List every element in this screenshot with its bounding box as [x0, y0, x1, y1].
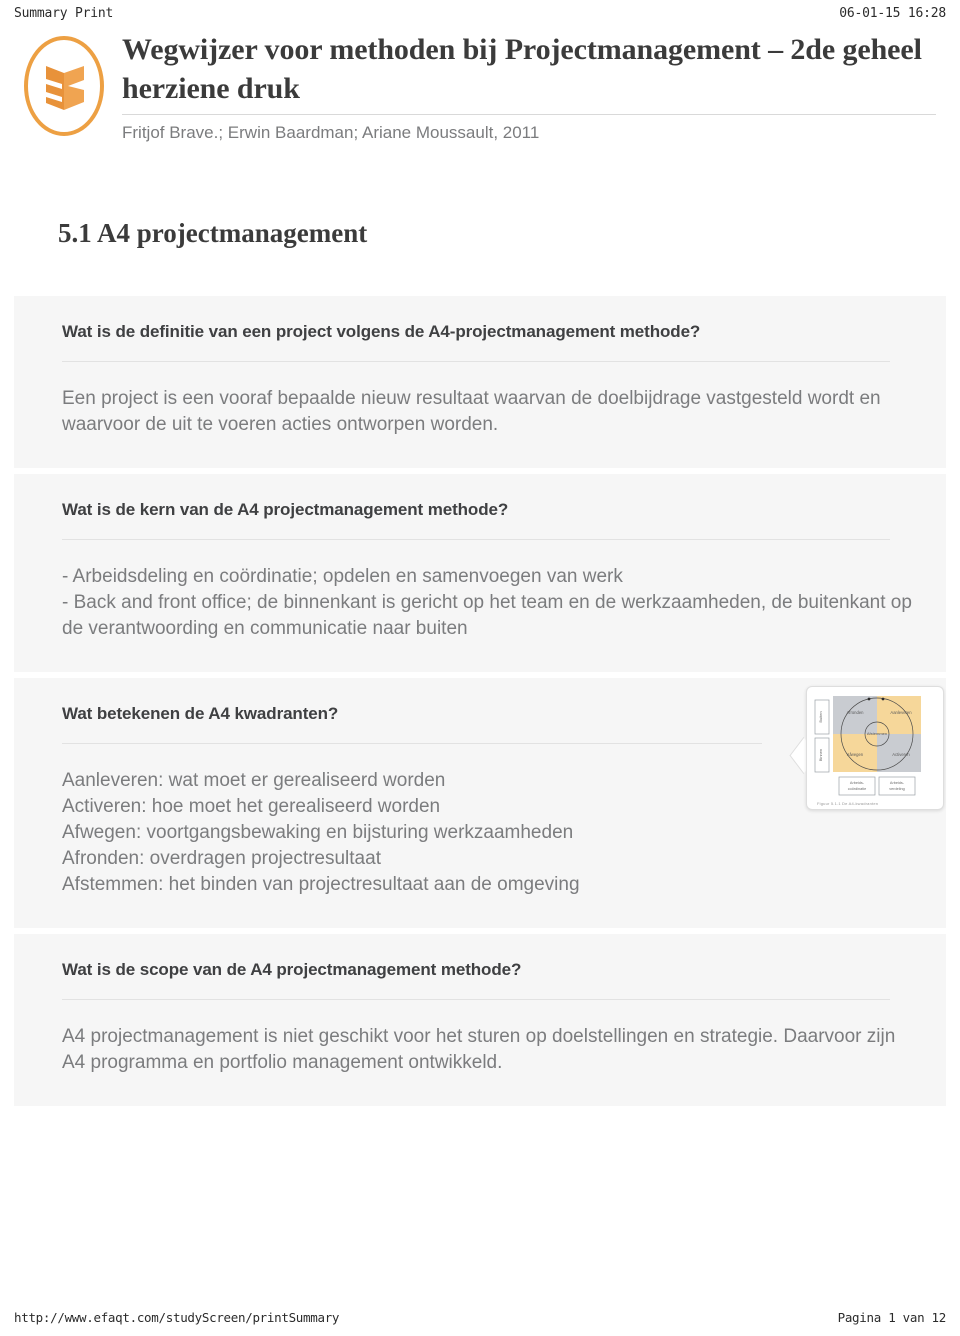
qa-divider [62, 743, 762, 744]
document-title-band: Wegwijzer voor methoden bij Projectmanag… [0, 30, 960, 144]
qa-divider [62, 361, 890, 362]
svg-text:Activeren: Activeren [892, 752, 910, 757]
title-column: Wegwijzer voor methoden bij Projectmanag… [114, 30, 946, 144]
svg-text:Buiten: Buiten [818, 711, 823, 722]
print-header-label: Summary Print [14, 5, 114, 21]
thumbnail-caption: Figuur 5.1.1 De A4-kwadranten [817, 801, 879, 806]
svg-text:verdeling: verdeling [889, 787, 904, 791]
qa-question: Wat betekenen de A4 kwadranten? [62, 704, 339, 723]
svg-text:Arbeids-: Arbeids- [850, 781, 865, 785]
qa-block-list: Wat is de definitie van een project volg… [14, 296, 946, 1112]
chapter-heading: 5.1 A4 projectmanagement [58, 218, 368, 248]
logo-container [14, 30, 114, 138]
print-footer: http://www.efaqt.com/studyScreen/printSu… [0, 1306, 960, 1328]
qa-block: Wat is de definitie van een project volg… [14, 296, 946, 468]
svg-text:Afstemmen: Afstemmen [867, 731, 887, 736]
qa-question: Wat is de kern van de A4 projectmanageme… [62, 500, 509, 519]
document-title: Wegwijzer voor methoden bij Projectmanag… [122, 33, 922, 105]
thumbnail-card: Buiten Binnen Afronden Aanleveren Afwege… [806, 686, 944, 810]
qa-answer: - Arbeidsdeling en coördinatie; opdelen … [62, 566, 912, 639]
qa-question: Wat is de scope van de A4 projectmanagem… [62, 960, 522, 979]
thumbnail-diagram: Buiten Binnen Afronden Aanleveren Afwege… [813, 692, 937, 804]
open-book-logo-icon [22, 34, 106, 138]
print-header: Summary Print 06-01-15 16:28 [0, 0, 960, 26]
a4-kwadranten-diagram-thumbnail[interactable]: Buiten Binnen Afronden Aanleveren Afwege… [786, 686, 944, 814]
print-header-timestamp: 06-01-15 16:28 [839, 5, 946, 21]
qa-answer: A4 projectmanagement is niet geschikt vo… [62, 1026, 896, 1073]
qa-answer: Een project is een vooraf bepaalde nieuw… [62, 388, 881, 435]
svg-text:coördinatie: coördinatie [848, 787, 867, 791]
footer-url[interactable]: http://www.efaqt.com/studyScreen/printSu… [14, 1310, 339, 1325]
svg-text:Aanleveren: Aanleveren [890, 710, 912, 715]
qa-block: Wat is de kern van de A4 projectmanageme… [14, 474, 946, 672]
footer-page-number: Pagina 1 van 12 [837, 1309, 947, 1325]
qa-answer: Aanleveren: wat moet er gerealiseerd wor… [62, 770, 580, 895]
document-authors: Fritjof Brave.; Erwin Baardman; Ariane M… [122, 123, 540, 142]
svg-text:Afwegen: Afwegen [847, 752, 864, 757]
qa-divider [62, 539, 890, 540]
title-divider [122, 114, 936, 115]
svg-text:Binnen: Binnen [818, 749, 823, 761]
svg-text:Arbeids-: Arbeids- [890, 781, 905, 785]
qa-divider [62, 999, 890, 1000]
qa-block: Wat is de scope van de A4 projectmanagem… [14, 934, 946, 1106]
qa-question: Wat is de definitie van een project volg… [62, 322, 701, 341]
svg-text:Afronden: Afronden [847, 710, 865, 715]
qa-block: Wat betekenen de A4 kwadranten? Aanlever… [14, 678, 946, 928]
